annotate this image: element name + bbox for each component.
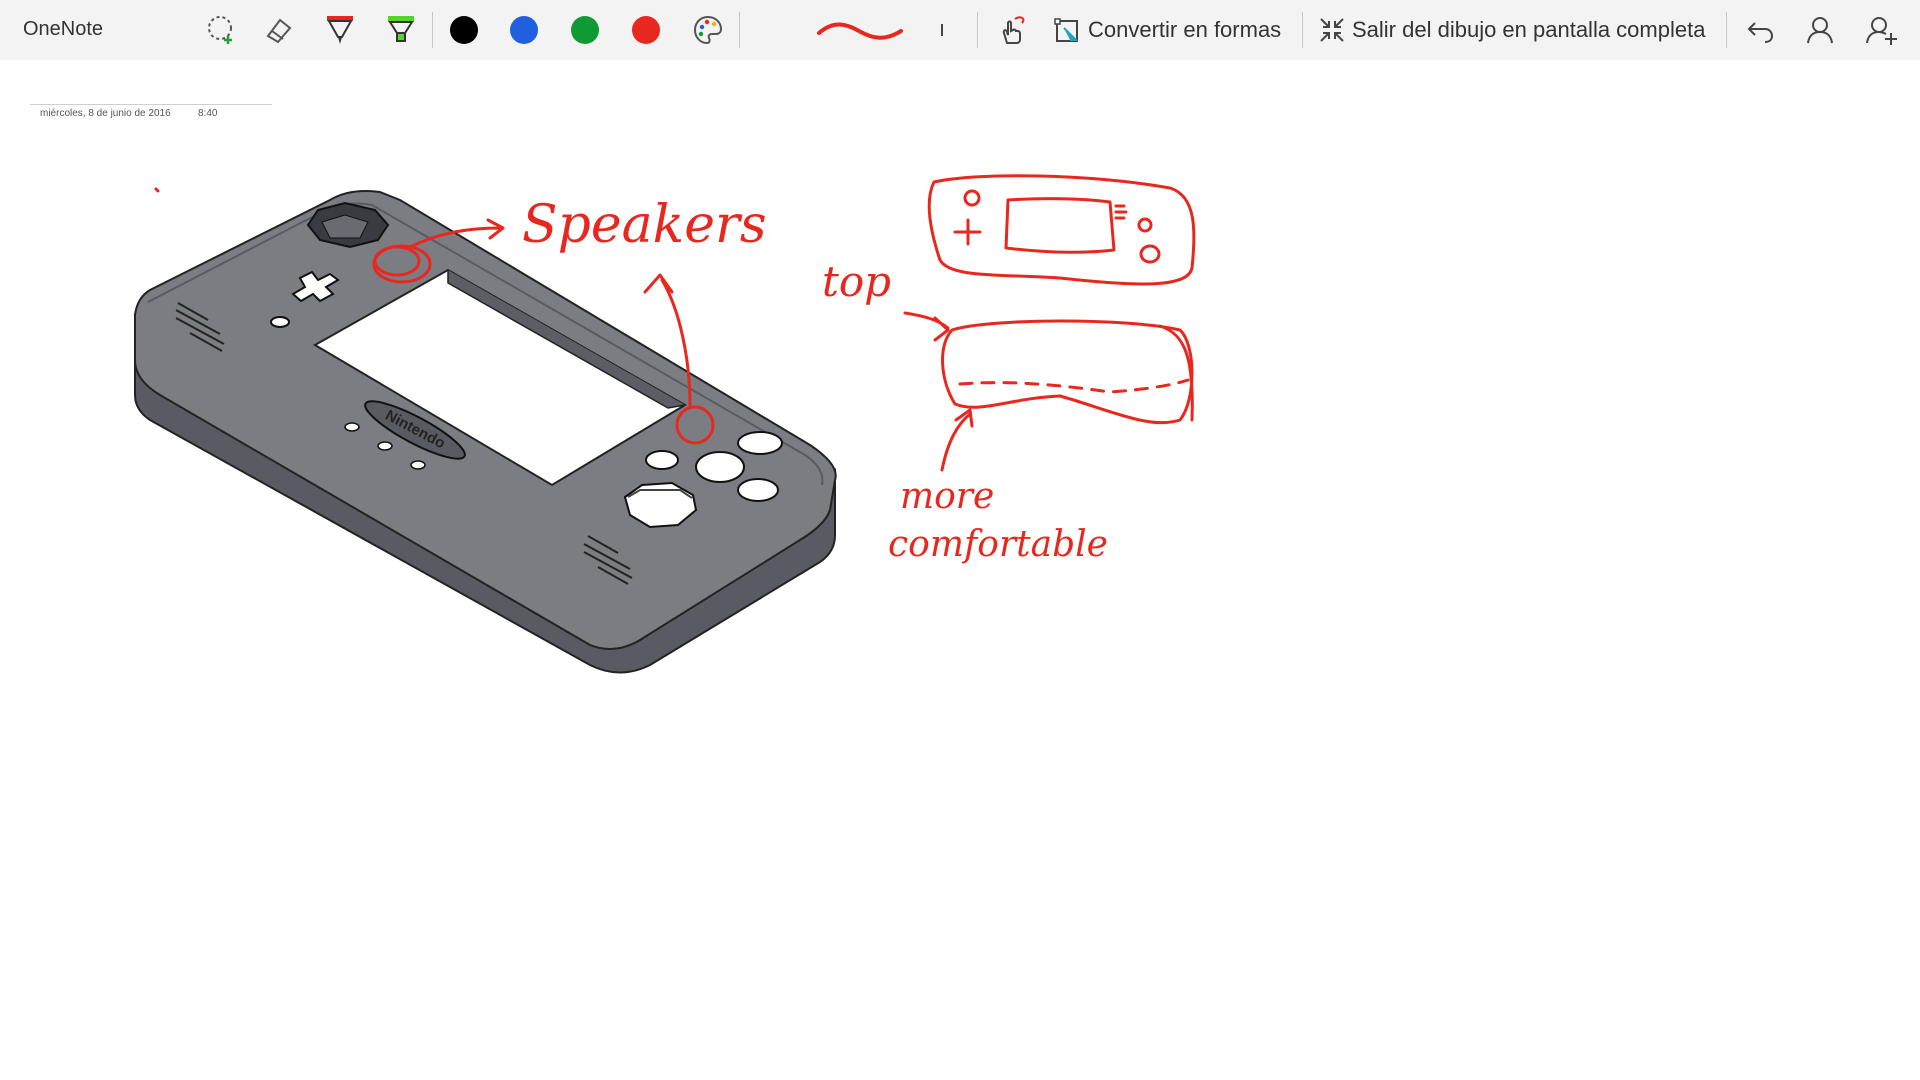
ink-label-speakers: Speakers — [522, 195, 767, 255]
drawing-canvas[interactable]: Nintendo Speakers top more comfortable — [0, 0, 1920, 1080]
ink-top-sketch-dpad — [953, 218, 982, 246]
ink-arrow-top — [903, 311, 950, 342]
ink-top-sketch-grille — [1114, 204, 1128, 220]
ink-top-sketch-button — [1137, 217, 1153, 233]
ink-dot — [154, 187, 160, 193]
ink-side-sketch-body — [941, 319, 1194, 425]
ink-arrow-bottom — [940, 408, 974, 472]
console-3d-model: Nintendo — [134, 190, 837, 674]
ink-top-sketch-screen — [1004, 197, 1116, 254]
ink-label-top: top — [822, 257, 891, 306]
ink-top-sketch-button-large — [1139, 244, 1161, 264]
ink-top-sketch-stick — [963, 189, 981, 207]
ink-side-sketch-midline — [958, 378, 1190, 394]
ink-label-comfortable: comfortable — [888, 524, 1108, 565]
ink-label-more: more — [900, 476, 994, 517]
